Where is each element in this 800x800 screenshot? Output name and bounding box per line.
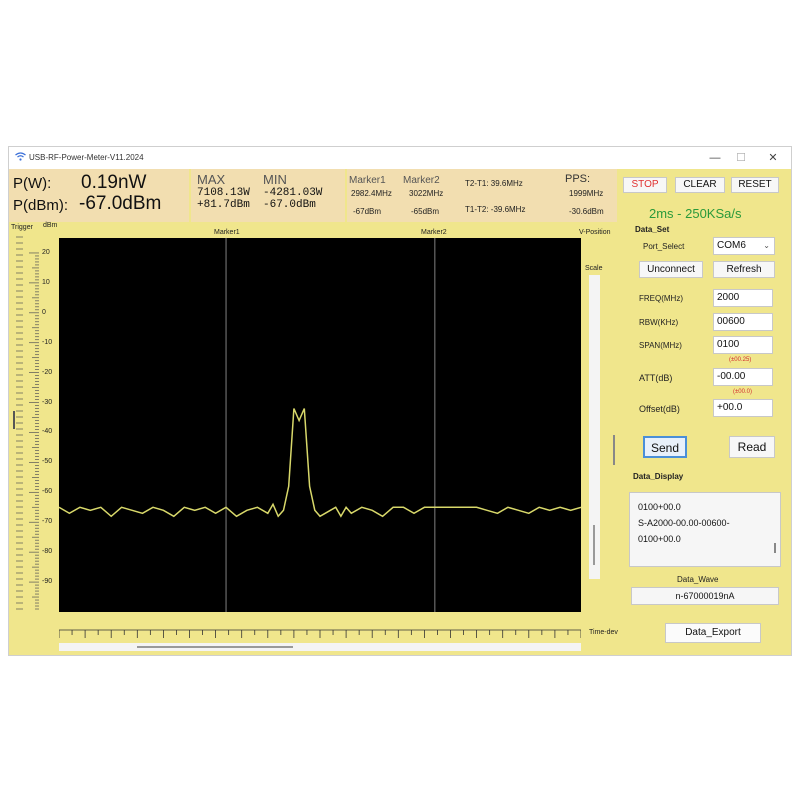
data-wave-label: Data_Wave bbox=[677, 575, 719, 584]
y-tick-label: -20 bbox=[42, 368, 53, 376]
pps-dbm: -30.6dBm bbox=[569, 207, 604, 216]
wifi-icon bbox=[15, 152, 26, 164]
y-tick-label: 20 bbox=[42, 248, 50, 256]
title-bar: USB-RF-Power-Meter-V11.2024 — ☐ ✕ bbox=[9, 147, 791, 169]
clear-button[interactable]: CLEAR bbox=[675, 177, 725, 193]
window-title: USB-RF-Power-Meter-V11.2024 bbox=[29, 153, 144, 162]
max-label: MAX bbox=[197, 172, 226, 187]
pw-label: P(W): bbox=[13, 175, 52, 192]
y-tick-label: -90 bbox=[42, 578, 53, 586]
horizontal-scrollbar-thumb[interactable] bbox=[137, 646, 293, 648]
close-button[interactable]: ✕ bbox=[761, 150, 785, 166]
pps-label: PPS: bbox=[565, 173, 591, 185]
data-display-scrollbar-thumb[interactable] bbox=[774, 543, 776, 553]
t2-t1-delta: T2-T1: 39.6MHz bbox=[465, 179, 523, 188]
app-window: USB-RF-Power-Meter-V11.2024 — ☐ ✕ P(W): … bbox=[8, 146, 792, 656]
dbm-axis-ruler bbox=[25, 233, 39, 611]
marker2-top-label: Marker2 bbox=[421, 229, 447, 236]
trigger-slider[interactable] bbox=[13, 233, 23, 611]
marker2-label: Marker2 bbox=[403, 175, 440, 186]
freq-label: FREQ(MHz) bbox=[639, 294, 683, 303]
rbw-label: RBW(KHz) bbox=[639, 318, 679, 327]
send-button[interactable]: Send bbox=[643, 436, 687, 458]
data-display-line: 0100+00.0 bbox=[638, 534, 681, 544]
sample-rate-label: 2ms - 250KSa/s bbox=[649, 206, 742, 221]
marker2-freq: 3022MHz bbox=[409, 189, 444, 198]
freq-input[interactable]: 2000 bbox=[713, 289, 773, 307]
y-tick-label: -10 bbox=[42, 338, 53, 346]
scale-label: Scale bbox=[585, 265, 603, 272]
max-min-panel: MAX 7108.13W +81.7dBm MIN -4281.03W -67.… bbox=[191, 169, 345, 222]
max-w-value: 7108.13W bbox=[197, 187, 250, 199]
marker1-label: Marker1 bbox=[349, 175, 386, 186]
min-w-value: -4281.03W bbox=[263, 187, 323, 199]
y-tick-label: -30 bbox=[42, 398, 53, 406]
trigger-label: Trigger bbox=[11, 224, 33, 231]
y-tick-label: -50 bbox=[42, 458, 53, 466]
data-set-label: Data_Set bbox=[635, 225, 670, 234]
offset-input[interactable]: +00.0 bbox=[713, 399, 773, 417]
pw-value: 0.19nW bbox=[81, 172, 147, 193]
dbm-unit-label: dBm bbox=[43, 222, 58, 229]
data-display-textarea[interactable]: 0100+00.0 S-A2000-00.00-00600- 0100+00.0 bbox=[629, 492, 781, 567]
unconnect-button[interactable]: Unconnect bbox=[639, 261, 703, 278]
scale-scrollbar[interactable] bbox=[589, 275, 600, 579]
span-label: SPAN(MHz) bbox=[639, 341, 682, 350]
data-wave-field[interactable]: n-67000019nA bbox=[631, 587, 779, 605]
max-dbm-value: +81.7dBm bbox=[197, 199, 250, 211]
time-ruler-ticks bbox=[58, 629, 582, 638]
reset-button[interactable]: RESET bbox=[731, 177, 779, 193]
v-position-label: V-Position bbox=[579, 229, 611, 236]
read-button[interactable]: Read bbox=[729, 436, 775, 458]
y-tick-label: -70 bbox=[42, 518, 53, 526]
att-label: ATT(dB) bbox=[639, 373, 673, 383]
chevron-down-icon: ⌄ bbox=[763, 241, 770, 250]
marker2-dbm: -65dBm bbox=[411, 207, 440, 216]
t1-t2-delta: T1-T2: -39.6MHz bbox=[465, 205, 526, 214]
maximize-button[interactable]: ☐ bbox=[729, 150, 753, 166]
marker1-top-label: Marker1 bbox=[214, 229, 240, 236]
data-export-button[interactable]: Data_Export bbox=[665, 623, 761, 643]
y-tick-label: 0 bbox=[42, 308, 46, 316]
pps-freq: 1999MHz bbox=[569, 189, 604, 198]
y-tick-label: -60 bbox=[42, 488, 53, 496]
refresh-button[interactable]: Refresh bbox=[713, 261, 775, 278]
y-tick-label: -40 bbox=[42, 428, 53, 436]
spectrum-trace bbox=[59, 408, 581, 518]
data-display-line: S-A2000-00.00-00600- bbox=[638, 518, 730, 528]
port-select-label: Port_Select bbox=[643, 242, 685, 251]
pdbm-value: -67.0dBm bbox=[79, 193, 162, 214]
app-body: P(W): 0.19nW P(dBm): -67.0dBm MAX 7108.1… bbox=[9, 169, 791, 655]
marker-readout-panel: Marker1 2982.4MHz -67dBm Marker2 3022MHz… bbox=[347, 169, 617, 222]
port-select[interactable]: COM6 ⌄ bbox=[713, 237, 775, 255]
rbw-input[interactable]: 00600 bbox=[713, 313, 773, 331]
spectrum-svg bbox=[59, 238, 581, 612]
offset-label: Offset(dB) bbox=[639, 404, 680, 414]
min-label: MIN bbox=[263, 172, 287, 187]
dbm-ruler-ticks bbox=[29, 252, 39, 610]
pdbm-label: P(dBm): bbox=[13, 197, 69, 214]
power-readout-panel: P(W): 0.19nW P(dBm): -67.0dBm bbox=[9, 169, 189, 222]
v-position-handle[interactable] bbox=[613, 435, 615, 465]
span-input[interactable]: 0100 bbox=[713, 336, 773, 354]
data-display-label: Data_Display bbox=[633, 472, 684, 481]
stop-button[interactable]: STOP bbox=[623, 177, 667, 193]
spectrum-plot[interactable] bbox=[59, 238, 581, 612]
time-dev-ruler[interactable] bbox=[58, 627, 582, 639]
att-input[interactable]: -00.00 bbox=[713, 368, 773, 386]
horizontal-scrollbar[interactable] bbox=[59, 643, 581, 651]
minimize-button[interactable]: — bbox=[703, 150, 727, 166]
port-select-value: COM6 bbox=[717, 240, 746, 251]
time-dev-label: Time-dev bbox=[589, 629, 618, 636]
min-dbm-value: -67.0dBm bbox=[263, 199, 316, 211]
y-tick-label: 10 bbox=[42, 278, 50, 286]
data-display-line: 0100+00.0 bbox=[638, 502, 681, 512]
marker1-freq: 2982.4MHz bbox=[351, 189, 392, 198]
offset-range-hint: (±00.0) bbox=[733, 389, 752, 395]
att-range-hint: (±00.25) bbox=[729, 357, 752, 363]
y-tick-label: -80 bbox=[42, 548, 53, 556]
marker1-dbm: -67dBm bbox=[353, 207, 382, 216]
scale-scrollbar-thumb[interactable] bbox=[593, 525, 595, 565]
trigger-scale bbox=[13, 236, 23, 610]
